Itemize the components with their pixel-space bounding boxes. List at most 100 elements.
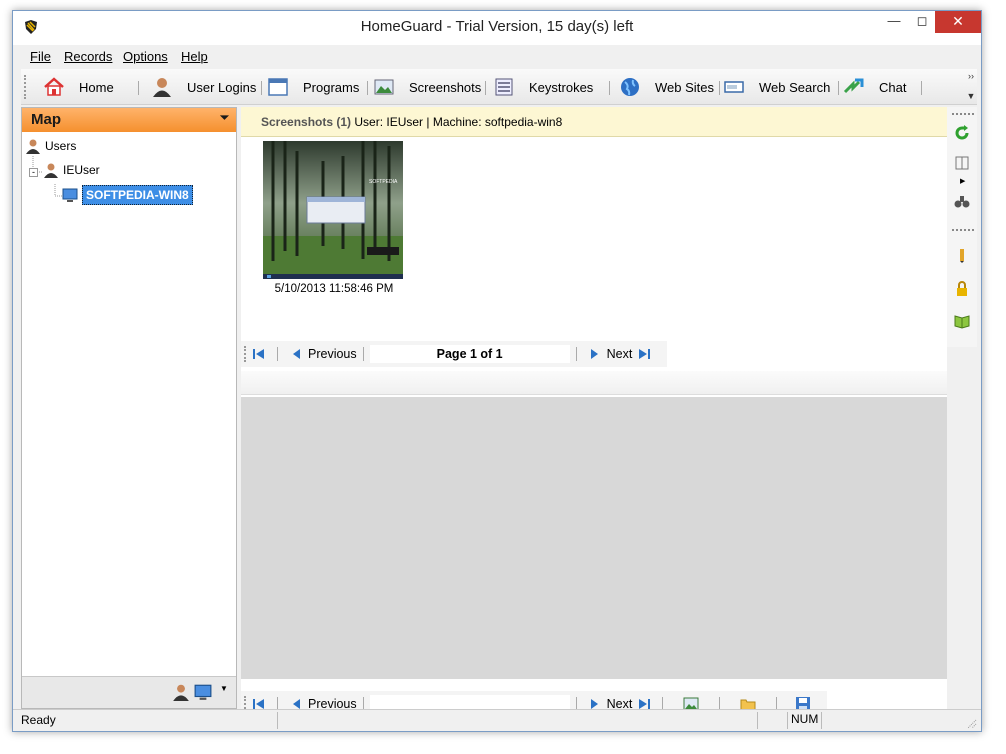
- toolbar-web-sites-label: Web Sites: [655, 79, 715, 95]
- toolbar-programs-label: Programs: [303, 79, 360, 95]
- tree-machine-selected[interactable]: SOFTPEDIA-WIN8: [62, 185, 193, 205]
- map-title: Map: [31, 111, 61, 128]
- toolbar-grip[interactable]: [24, 75, 27, 99]
- rightbar-grip[interactable]: [952, 113, 974, 115]
- tree-user-ieuser[interactable]: IEUser: [43, 162, 100, 178]
- screenshots-header: Screenshots (1) User: IEUser | Machine: …: [241, 107, 947, 137]
- globe-icon: [621, 78, 639, 96]
- screenshots-pager: Previous Page 1 of 1 Next: [241, 341, 667, 367]
- previous-page-icon[interactable]: [290, 348, 302, 360]
- screenshot-thumbnail-image: [263, 141, 403, 279]
- toolbar-web-search-button[interactable]: Web Search: [723, 69, 830, 105]
- page-indicator: Page 1 of 1: [369, 345, 570, 363]
- chat-arrows-icon: [843, 78, 864, 94]
- pager-separator: [362, 347, 364, 361]
- screenshot-preview-area: [241, 397, 947, 679]
- book-icon[interactable]: [954, 155, 970, 171]
- pencil-icon[interactable]: [954, 247, 970, 263]
- map-panel-header: Map ⏷: [22, 108, 236, 132]
- window-icon: [268, 78, 288, 96]
- toolbar-web-sites-button[interactable]: Web Sites: [619, 69, 714, 105]
- app-window: HomeGuard - Trial Version, 15 day(s) lef…: [12, 10, 982, 732]
- menu-help[interactable]: Help: [181, 49, 208, 64]
- toolbar-separator: [485, 81, 486, 95]
- toolbar-keystrokes-label: Keystrokes: [529, 79, 594, 95]
- picture-icon: [374, 79, 394, 95]
- pager-grip[interactable]: [244, 346, 247, 362]
- keyboard-icon: [495, 78, 513, 96]
- binoculars-icon[interactable]: [954, 193, 970, 209]
- toolbar-screenshots-button[interactable]: Screenshots: [373, 69, 481, 105]
- status-panel: [821, 712, 971, 729]
- status-panel: [757, 712, 787, 729]
- menu-file[interactable]: File: [30, 49, 51, 64]
- screenshot-thumbnail[interactable]: SOFTPEDIA: [263, 141, 403, 279]
- menu-bar: File Records Options Help: [13, 45, 981, 69]
- search-box-icon: [724, 81, 744, 93]
- toolbar-home-label: Home: [79, 79, 114, 95]
- status-text: Ready: [21, 713, 56, 727]
- toolbar-separator: [609, 81, 610, 95]
- resize-grip-icon[interactable]: [965, 717, 977, 729]
- screenshots-user: User: IEUser: [354, 115, 424, 129]
- main-toolbar: Home User Logins Programs Screenshots Ke…: [21, 69, 977, 105]
- map-panel: Map ⏷ Users - IEUser SOFTPEDIA-WIN8 ▼: [21, 107, 237, 709]
- toolbar-separator: [838, 81, 839, 95]
- toolbar-separator: [261, 81, 262, 95]
- screenshots-count: Screenshots (1): [261, 115, 352, 129]
- menu-options[interactable]: Options: [123, 49, 168, 64]
- user-icon: [153, 78, 171, 97]
- thumbnail-overlay-text: SOFTPEDIA: [369, 179, 398, 185]
- toolbar-separator: [921, 81, 922, 95]
- toolbar-chat-label: Chat: [879, 79, 907, 95]
- tree-machine-label: SOFTPEDIA-WIN8: [82, 185, 193, 205]
- previous-button[interactable]: Previous: [308, 347, 357, 361]
- rightbar-dropdown-icon[interactable]: ▶: [960, 177, 965, 185]
- computer-icon: [62, 188, 78, 202]
- next-page-icon[interactable]: [589, 348, 601, 360]
- computer-view-icon[interactable]: [194, 683, 212, 701]
- toolbar-home-button[interactable]: Home: [43, 69, 114, 105]
- user-view-icon[interactable]: [172, 683, 190, 701]
- screenshot-date: 5/10/2013 11:58:46 PM: [274, 283, 394, 295]
- rightbar-grip[interactable]: [952, 229, 974, 231]
- toolbar-user-logins-button[interactable]: User Logins: [151, 69, 256, 105]
- right-side-toolbar: ▶: [947, 107, 977, 347]
- pager-separator: [575, 347, 577, 361]
- toolbar-web-search-label: Web Search: [759, 79, 831, 95]
- toolbar-separator: [367, 81, 368, 95]
- last-page-icon[interactable]: [638, 348, 651, 360]
- user-icon: [44, 163, 58, 178]
- first-page-icon[interactable]: [253, 348, 265, 360]
- maximize-button[interactable]: ◻: [909, 11, 935, 33]
- lock-icon[interactable]: [954, 281, 970, 297]
- home-icon: [44, 77, 64, 96]
- status-panel: [277, 712, 757, 729]
- close-button[interactable]: ✕: [935, 11, 981, 33]
- toolbar-chat-button[interactable]: Chat: [843, 69, 906, 105]
- detail-toolbar: [241, 371, 947, 395]
- toolbar-user-logins-label: User Logins: [187, 79, 257, 95]
- toolbar-separator: [719, 81, 720, 95]
- pin-icon[interactable]: ⏷: [220, 112, 229, 125]
- footer-dropdown-icon[interactable]: ▼: [220, 684, 228, 693]
- pager-separator: [277, 347, 278, 361]
- next-button[interactable]: Next: [607, 347, 633, 361]
- tree-collapse-icon[interactable]: -: [29, 168, 38, 177]
- screenshots-panel: Screenshots (1) User: IEUser | Machine: …: [241, 107, 947, 717]
- screenshots-machine: Machine: softpedia-win8: [432, 115, 563, 129]
- status-num: NUM: [787, 712, 821, 729]
- status-bar: Ready NUM: [13, 709, 981, 731]
- refresh-icon[interactable]: [954, 125, 970, 141]
- title-bar[interactable]: HomeGuard - Trial Version, 15 day(s) lef…: [13, 11, 981, 45]
- toolbar-screenshots-label: Screenshots: [409, 79, 482, 95]
- toolbar-overflow-icon[interactable]: ›› ▼: [965, 71, 977, 103]
- minimize-button[interactable]: —: [881, 11, 907, 33]
- toolbar-keystrokes-button[interactable]: Keystrokes: [493, 69, 593, 105]
- menu-records[interactable]: Records: [64, 49, 112, 64]
- open-book-icon[interactable]: [954, 313, 970, 329]
- map-panel-footer: ▼: [22, 676, 236, 708]
- tree-user-label: IEUser: [63, 163, 100, 177]
- toolbar-programs-button[interactable]: Programs: [267, 69, 359, 105]
- toolbar-separator: [138, 81, 139, 95]
